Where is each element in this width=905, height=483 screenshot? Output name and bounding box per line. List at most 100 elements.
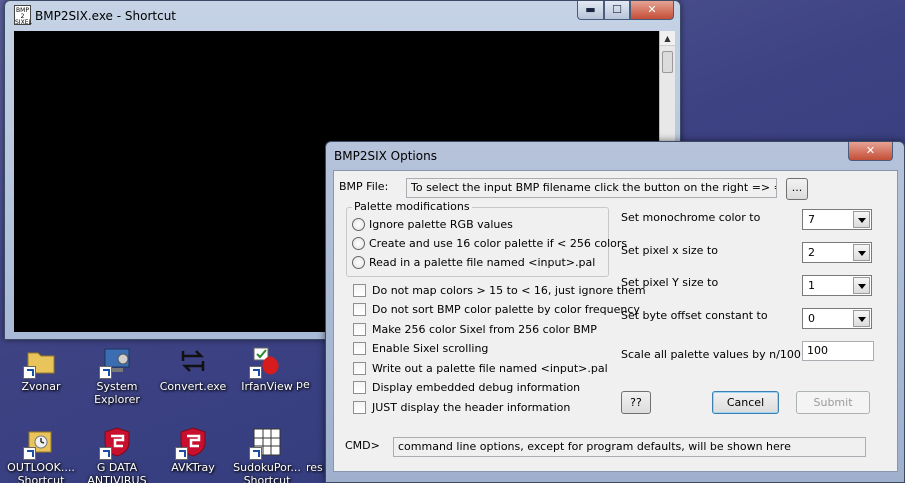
desktop-icon-irfanview[interactable]: IrfanView (232, 345, 302, 393)
chevron-down-icon[interactable] (853, 310, 870, 327)
monochrome-color-select[interactable]: 7 (802, 209, 872, 230)
desktop-icon-label: Zvonar (21, 380, 61, 393)
radio-create-16-color-palette[interactable]: Create and use 16 color palette if < 256… (352, 237, 627, 250)
desktop-icon-convert[interactable]: Convert.exe (158, 345, 228, 393)
monochrome-color-label: Set monochrome color to (621, 211, 761, 224)
desktop-icon-label: System Explorer (94, 380, 140, 406)
scale-palette-label: Scale all palette values by n/100 (621, 348, 801, 361)
checkbox-label: Make 256 color Sixel from 256 color BMP (372, 323, 597, 336)
select-value: 2 (808, 246, 815, 259)
radio-ignore-palette-rgb[interactable]: Ignore palette RGB values (352, 218, 513, 231)
desktop-icon-zvonar[interactable]: Zvonar (6, 345, 76, 393)
palette-group: Palette modifications Ignore palette RGB… (346, 200, 627, 277)
checkbox-display-debug-info[interactable]: Display embedded debug information (353, 381, 580, 394)
convert-arrows-icon (177, 345, 209, 377)
checkbox-label: Enable Sixel scrolling (372, 342, 489, 355)
shortcut-arrow-icon (175, 447, 188, 460)
desktop-icon-label: OUTLOOK.... Shortcut (7, 461, 75, 483)
checkbox-write-palette-file[interactable]: Write out a palette file named <input>.p… (353, 362, 608, 375)
byte-offset-select[interactable]: 0 (802, 308, 872, 329)
radio-circle[interactable] (352, 256, 365, 269)
pixel-x-size-select[interactable]: 2 (802, 242, 872, 263)
checkbox-label: Display embedded debug information (372, 381, 581, 394)
chevron-down-icon[interactable] (853, 244, 870, 261)
console-caption-buttons: ▬ ☐ ✕ (577, 1, 674, 20)
desktop-icon-label: AVKTray (171, 461, 215, 474)
monitor-icon (99, 345, 133, 379)
bmp2six-app-icon: BMP 2 SIXEL (14, 5, 32, 26)
checkbox-box[interactable] (353, 381, 366, 394)
desktop-icon-label: pe (296, 378, 310, 391)
bmp-file-label: BMP File: (339, 180, 389, 193)
shortcut-arrow-icon (23, 366, 36, 379)
dialog-close-button[interactable]: ✕ (848, 142, 893, 161)
radio-label: Read in a palette file named <input>.pal (369, 256, 596, 269)
bmp-file-field[interactable]: To select the input BMP filename click t… (406, 178, 777, 198)
scroll-thumb[interactable] (662, 51, 673, 73)
pixel-x-size-label: Set pixel x size to (621, 244, 718, 257)
checkbox-do-not-map-colors[interactable]: Do not map colors > 15 to < 16, just ign… (353, 284, 646, 297)
minimize-button[interactable]: ▬ (577, 1, 604, 20)
byte-offset-label: Set byte offset constant to (621, 309, 768, 322)
shortcut-arrow-icon (23, 447, 36, 460)
select-value: 1 (808, 279, 815, 292)
chevron-down-icon[interactable] (853, 211, 870, 228)
radio-circle[interactable] (352, 237, 365, 250)
select-value: 0 (808, 312, 815, 325)
desktop-icon-outlook[interactable]: OUTLOOK.... Shortcut (6, 426, 76, 483)
folder-icon (23, 345, 57, 379)
checkbox-box[interactable] (353, 284, 366, 297)
pixel-y-size-label: Set pixel Y size to (621, 276, 719, 289)
maximize-button[interactable]: ☐ (604, 1, 630, 20)
dialog-client-area: BMP File: To select the input BMP filena… (333, 170, 898, 472)
radio-label: Create and use 16 color palette if < 256… (369, 237, 628, 250)
console-window-title: BMP2SIX.exe - Shortcut (35, 9, 177, 23)
avktray-shield-icon (175, 426, 209, 460)
desktop-icon-label: SudokuPor... Shortcut (233, 461, 301, 483)
checkbox-label: JUST display the header information (372, 401, 571, 414)
select-value: 7 (808, 213, 815, 226)
cmd-line-field[interactable]: command line options, except for program… (393, 437, 866, 457)
desktop-icon-label: res (306, 461, 323, 474)
irfanview-icon (249, 345, 283, 379)
browse-button[interactable]: ... (786, 178, 808, 200)
checkbox-just-display-header[interactable]: JUST display the header information (353, 401, 570, 414)
checkbox-box[interactable] (353, 303, 366, 316)
chevron-down-icon[interactable] (853, 277, 870, 294)
close-button[interactable]: ✕ (630, 1, 674, 20)
desktop-icon-partial-1[interactable]: pe (296, 378, 326, 391)
cancel-button[interactable]: Cancel (712, 391, 779, 414)
radio-read-palette-file[interactable]: Read in a palette file named <input>.pal (352, 256, 595, 269)
shortcut-arrow-icon (249, 447, 262, 460)
checkbox-box[interactable] (353, 342, 366, 355)
desktop-icon-label: IrfanView (241, 380, 293, 393)
cmd-label: CMD> (345, 439, 380, 452)
desktop-icon-gdata-antivirus[interactable]: G DATA ANTIVIRUS (82, 426, 152, 483)
options-dialog[interactable]: BMP2SIX Options ✕ BMP File: To select th… (325, 141, 905, 483)
checkbox-make-256-color-sixel[interactable]: Make 256 color Sixel from 256 color BMP (353, 323, 597, 336)
sudoku-grid-icon (249, 426, 283, 460)
radio-circle[interactable] (352, 218, 365, 231)
shortcut-arrow-icon (99, 366, 112, 379)
radio-label: Ignore palette RGB values (369, 218, 513, 231)
checkbox-box[interactable] (353, 362, 366, 375)
scroll-up-icon[interactable]: ▲ (660, 31, 675, 46)
checkbox-box[interactable] (353, 401, 366, 414)
help-button[interactable]: ?? (621, 391, 651, 414)
checkbox-label: Do not map colors > 15 to < 16, just ign… (372, 284, 646, 297)
palette-group-title: Palette modifications (352, 200, 472, 213)
desktop-icon-system-explorer[interactable]: System Explorer (82, 345, 152, 406)
desktop-icon-label: G DATA ANTIVIRUS (87, 461, 147, 483)
scale-palette-input[interactable]: 100 (802, 341, 874, 361)
desktop-icon-label: Convert.exe (159, 380, 227, 393)
pixel-y-size-select[interactable]: 1 (802, 275, 872, 296)
checkbox-enable-sixel-scrolling[interactable]: Enable Sixel scrolling (353, 342, 488, 355)
desktop-icon-avktray[interactable]: AVKTray (158, 426, 228, 474)
dialog-caption-buttons: ✕ (848, 142, 893, 161)
desktop-icon-sudoku[interactable]: SudokuPor... Shortcut (232, 426, 302, 483)
checkbox-label: Do not sort BMP color palette by color f… (372, 303, 640, 316)
checkbox-label: Write out a palette file named <input>.p… (372, 362, 608, 375)
checkbox-do-not-sort-palette[interactable]: Do not sort BMP color palette by color f… (353, 303, 640, 316)
checkbox-box[interactable] (353, 323, 366, 336)
submit-button[interactable]: Submit (796, 391, 870, 414)
